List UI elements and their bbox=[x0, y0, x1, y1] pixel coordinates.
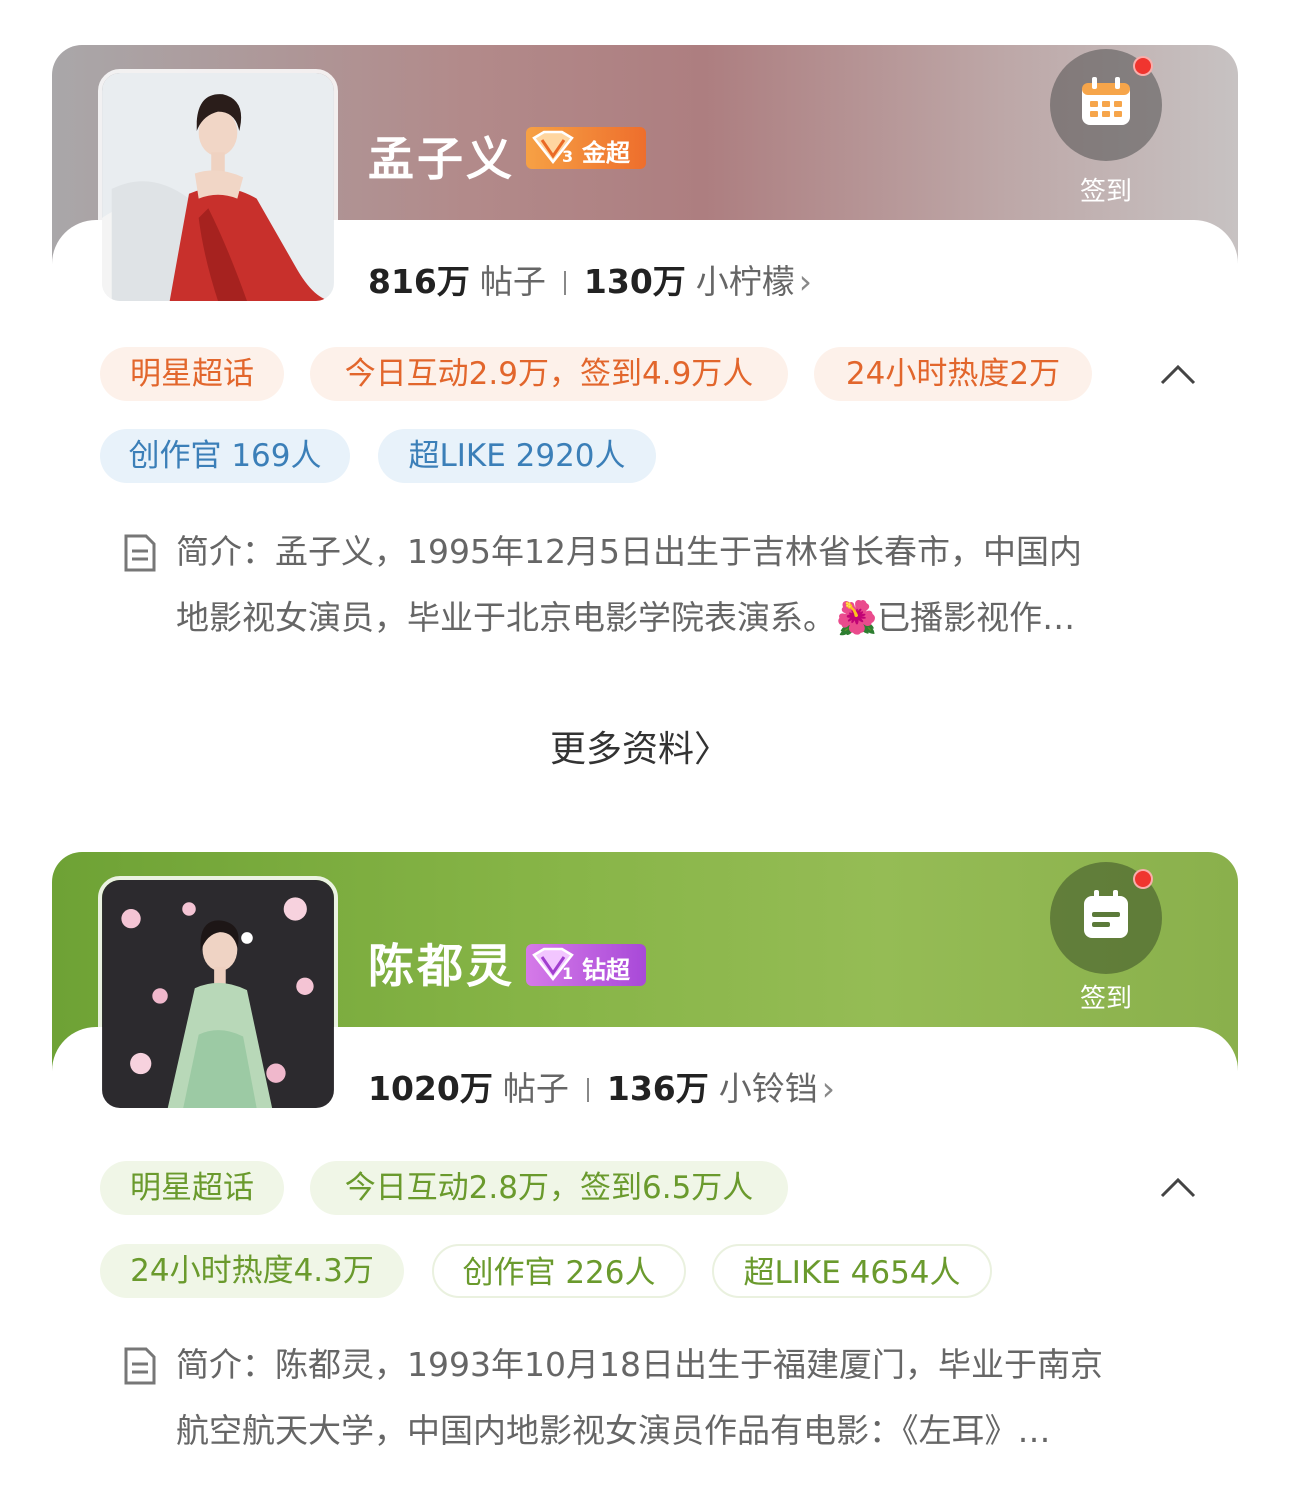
intro-line-2: 航空航天大学，中国内地影视女演员作品有电影：《左耳》… bbox=[176, 1411, 1051, 1450]
checkin-label: 签到 bbox=[1079, 177, 1132, 207]
super-topic-card-chendouling: 陈都灵 1 钻超 签到 1020万 帖子 136万 小铃铛 › 明星超话 今日互动2.8… bbox=[52, 852, 1238, 1509]
tag-star-topic[interactable]: 明星超话 bbox=[100, 347, 284, 401]
topic-name: 陈都灵 bbox=[368, 939, 515, 993]
gem-icon: 1 bbox=[532, 947, 574, 983]
posts-label: 帖子 bbox=[502, 1069, 569, 1108]
tag-24h-heat[interactable]: 24小时热度4.3万 bbox=[100, 1244, 404, 1298]
fans-count: 130万 bbox=[583, 262, 686, 301]
super-topic-card-mengziyi: 孟子义 3 金超 签到 816万 帖子 130万 小柠檬 › 明星超话 今日互动2.9万… bbox=[52, 45, 1238, 835]
document-icon bbox=[124, 1347, 156, 1385]
notification-dot bbox=[1133, 869, 1153, 889]
chevron-up-icon[interactable] bbox=[1158, 359, 1198, 389]
badge-label: 钻超 bbox=[582, 956, 630, 984]
document-icon bbox=[124, 534, 156, 572]
intro-text[interactable]: 简介：孟子义，1995年12月5日出生于吉林省长春市，中国内 地影视女演员，毕业… bbox=[176, 519, 1176, 651]
tag-super-like[interactable]: 超LIKE 4654人 bbox=[712, 1244, 992, 1298]
stats-row[interactable]: 1020万 帖子 136万 小铃铛 › bbox=[368, 1062, 835, 1110]
tag-today-activity[interactable]: 今日互动2.8万，签到6.5万人 bbox=[310, 1161, 788, 1215]
divider bbox=[563, 271, 566, 295]
tag-super-like[interactable]: 超LIKE 2920人 bbox=[378, 429, 656, 483]
tag-star-topic[interactable]: 明星超话 bbox=[100, 1161, 284, 1215]
chevron-up-icon[interactable] bbox=[1158, 1172, 1198, 1202]
gem-icon: 3 bbox=[532, 130, 574, 166]
more-info-label: 更多资料 bbox=[550, 729, 695, 770]
chevron-right-icon: 〉 bbox=[694, 729, 731, 770]
checkin-label: 签到 bbox=[1079, 984, 1132, 1014]
chevron-right-icon: › bbox=[821, 1069, 835, 1108]
topic-name: 孟子义 bbox=[368, 132, 515, 186]
svg-text:3: 3 bbox=[562, 147, 573, 166]
tag-24h-heat[interactable]: 24小时热度2万 bbox=[814, 347, 1092, 401]
gold-super-badge[interactable]: 3 金超 bbox=[526, 127, 646, 169]
svg-text:1: 1 bbox=[562, 964, 573, 983]
chevron-right-icon: › bbox=[798, 262, 812, 301]
tag-creators[interactable]: 创作官 226人 bbox=[432, 1244, 686, 1298]
notification-dot bbox=[1133, 56, 1153, 76]
more-info-link[interactable]: 更多资料〉 bbox=[550, 720, 730, 772]
intro-line-2: 地影视女演员，毕业于北京电影学院表演系。🌺已播影视作… bbox=[176, 598, 1076, 637]
avatar[interactable] bbox=[98, 876, 338, 1112]
posts-count: 1020万 bbox=[368, 1069, 493, 1108]
notepad-icon bbox=[1084, 890, 1128, 938]
tag-today-activity[interactable]: 今日互动2.9万，签到4.9万人 bbox=[310, 347, 788, 401]
intro-line-1: 简介：陈都灵，1993年10月18日出生于福建厦门，毕业于南京 bbox=[176, 1345, 1103, 1384]
badge-label: 金超 bbox=[582, 139, 630, 167]
intro-line-1: 简介：孟子义，1995年12月5日出生于吉林省长春市，中国内 bbox=[176, 532, 1082, 571]
posts-label: 帖子 bbox=[479, 262, 546, 301]
tag-creators[interactable]: 创作官 169人 bbox=[100, 429, 350, 483]
fans-label: 小柠檬 bbox=[695, 262, 795, 301]
fans-count: 136万 bbox=[606, 1069, 709, 1108]
avatar[interactable] bbox=[98, 69, 338, 305]
stats-row[interactable]: 816万 帖子 130万 小柠檬 › bbox=[368, 255, 812, 303]
avatar-photo bbox=[102, 73, 334, 301]
posts-count: 816万 bbox=[368, 262, 470, 301]
avatar-photo bbox=[102, 880, 334, 1108]
calendar-icon bbox=[1082, 77, 1130, 125]
fans-label: 小铃铛 bbox=[718, 1069, 818, 1108]
divider bbox=[586, 1078, 589, 1102]
diamond-super-badge[interactable]: 1 钻超 bbox=[526, 944, 646, 986]
intro-text[interactable]: 简介：陈都灵，1993年10月18日出生于福建厦门，毕业于南京 航空航天大学，中… bbox=[176, 1332, 1176, 1464]
